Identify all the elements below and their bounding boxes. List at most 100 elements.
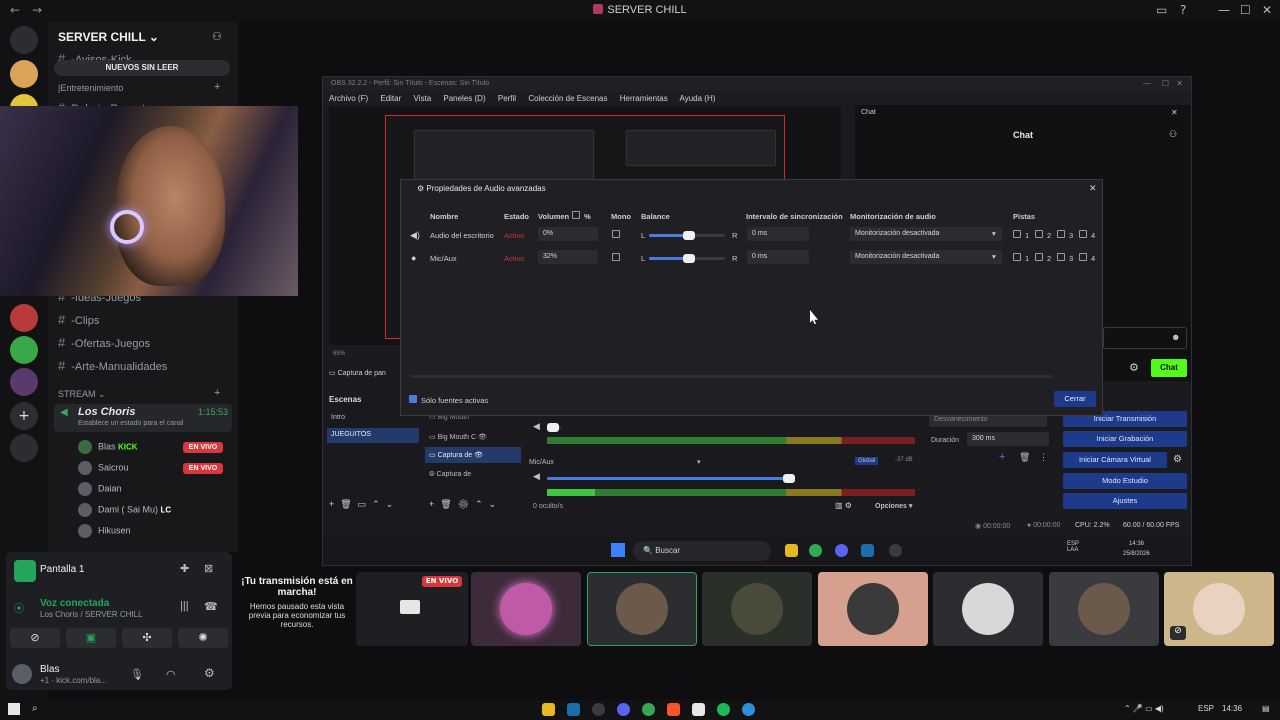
participant-tile[interactable] [933, 572, 1043, 646]
obs-minimize-icon[interactable]: — [1143, 79, 1151, 88]
voice-user[interactable]: Hikusen [78, 524, 131, 538]
horizontal-scrollbar[interactable] [410, 375, 1053, 378]
balance-slider[interactable] [649, 231, 725, 240]
track-checkbox[interactable] [1079, 230, 1087, 238]
track-checkbox[interactable] [1079, 253, 1087, 261]
menu-paneles[interactable]: Paneles (D) [443, 94, 485, 103]
tray-icons[interactable]: ⌃ 🎤 ▭ ◀) [1124, 704, 1164, 713]
close-icon[interactable]: ✕ [1262, 3, 1272, 17]
minimize-icon[interactable]: — [1218, 3, 1230, 17]
percent-checkbox[interactable] [572, 211, 580, 219]
source-item[interactable]: ⦾ Captura de [429, 471, 471, 479]
track-checkbox[interactable] [1057, 253, 1065, 261]
balance-slider[interactable] [649, 254, 725, 263]
microphone-icon[interactable]: 🎙 [130, 668, 144, 681]
volume-input[interactable]: 0% [538, 227, 598, 241]
virtual-camera-settings-icon[interactable]: ⚙ [1173, 454, 1182, 465]
track-checkbox[interactable] [1035, 230, 1043, 238]
dialog-close-icon[interactable]: ✕ [1089, 183, 1097, 194]
duration-input[interactable]: 300 ms [967, 432, 1049, 446]
mic-volume-slider[interactable] [547, 474, 795, 483]
participant-tile[interactable] [702, 572, 812, 646]
source-item-selected[interactable]: ▭ Captura de 👁 [425, 447, 521, 463]
voice-user[interactable]: Saicrou [78, 461, 129, 475]
track-menu-icon[interactable]: ▾ [697, 458, 701, 466]
help-icon[interactable]: ? [1180, 3, 1186, 17]
add-server-icon[interactable]: + [10, 402, 38, 430]
headphones-icon[interactable]: ◠ [166, 668, 176, 681]
soundboard-button[interactable]: ✺ [178, 628, 228, 648]
sync-offset-input[interactable]: 0 ms [747, 227, 809, 241]
voice-user[interactable]: Blas KICK [78, 440, 138, 454]
screen-share-button[interactable]: ▣ [66, 628, 116, 648]
voice-user[interactable]: Dami ( Sai Mu) LC [78, 503, 171, 517]
monitoring-select[interactable]: Monitorización desactivada [850, 227, 1002, 241]
windows-start-icon[interactable] [611, 543, 625, 557]
row-state[interactable]: Activo [504, 254, 524, 263]
obs-close-icon[interactable]: ✕ [1176, 79, 1183, 88]
server-icon[interactable] [10, 304, 38, 332]
channel-ofertas-juegos[interactable]: # -Ofertas-Juegos [58, 335, 150, 350]
folder-icon[interactable] [785, 544, 798, 557]
row-state[interactable]: Activo [504, 231, 524, 240]
search-icon[interactable]: ⌕ [32, 703, 38, 714]
participant-tile[interactable]: ⊘ [1164, 572, 1274, 646]
windows-start-icon[interactable] [8, 703, 20, 715]
close-button[interactable]: Cerrar [1054, 391, 1096, 407]
source-toolbar[interactable]: +🗑⚙⌃⌄ [429, 499, 502, 510]
capture-row[interactable]: ▭ Captura de pan [329, 369, 386, 377]
category-entertainment[interactable]: |Entretenimiento [58, 83, 123, 93]
file-explorer-icon[interactable] [542, 703, 555, 716]
mono-checkbox[interactable] [612, 230, 620, 238]
category-stream[interactable]: STREAM ⌄ [58, 389, 106, 400]
channel-clips[interactable]: # -Clips [58, 312, 99, 327]
volume-input[interactable]: 32% [538, 250, 598, 264]
obs-icon[interactable] [592, 703, 605, 716]
participant-tile-speaking[interactable] [587, 572, 697, 646]
server-icon[interactable] [10, 368, 38, 396]
activities-button[interactable]: ✣ [122, 628, 172, 648]
only-active-checkbox[interactable] [409, 395, 417, 403]
voice-user[interactable]: Daian [78, 482, 122, 496]
mono-checkbox[interactable] [612, 253, 620, 261]
scene-toolbar[interactable]: +🗑▭⌃⌄ [329, 499, 399, 510]
steam-icon[interactable] [567, 703, 580, 716]
settings-button[interactable]: Ajustes [1063, 493, 1187, 509]
dock-close-icon[interactable]: ✕ [1171, 108, 1178, 117]
discord-icon[interactable] [835, 544, 848, 557]
menu-archivo[interactable]: Archivo (F) [329, 94, 368, 103]
track-checkbox[interactable] [1057, 230, 1065, 238]
steam-icon[interactable] [861, 544, 874, 557]
desktop-volume-slider[interactable] [547, 423, 561, 432]
server-icon[interactable] [10, 60, 38, 88]
add-channel-icon[interactable]: + [214, 81, 220, 93]
spotify-icon[interactable] [717, 703, 730, 716]
maximize-icon[interactable]: ☐ [1240, 3, 1251, 17]
mixer-options[interactable]: Opciones ▾ [875, 502, 912, 510]
notifications-icon[interactable]: ▤ [1262, 704, 1270, 713]
microphone-icon[interactable]: ◀ [533, 471, 540, 482]
brave-icon[interactable] [667, 703, 680, 716]
menu-editar[interactable]: Editar [380, 94, 401, 103]
users-icon[interactable]: ⚇ [1169, 129, 1177, 140]
add-transition-icon[interactable]: + [999, 451, 1005, 463]
sync-offset-input[interactable]: 0 ms [747, 250, 809, 264]
gamepad-icon[interactable]: ✚ [180, 562, 189, 575]
participant-tile[interactable] [818, 572, 928, 646]
menu-ayuda[interactable]: Ayuda (H) [680, 94, 716, 103]
channel-arte-manualidades[interactable]: # -Arte-Manualidades [58, 358, 167, 373]
obs-icon[interactable] [889, 544, 902, 557]
delete-icon[interactable]: 🗑 [1019, 452, 1030, 463]
scene-item-selected[interactable]: JUEGUITOS [327, 428, 419, 443]
monitoring-select[interactable]: Monitorización desactivada [850, 250, 1002, 264]
voice-channel[interactable]: ◀ Los Choris 1:15:53 Establece un estado… [54, 404, 232, 432]
menu-vista[interactable]: Vista [414, 94, 432, 103]
participant-tile[interactable] [471, 572, 581, 646]
edge-icon[interactable] [742, 703, 755, 716]
speaker-icon[interactable]: ◀ [533, 421, 540, 432]
language-indicator[interactable]: ESP [1198, 704, 1214, 713]
language-indicator[interactable]: ESP LAA [1067, 541, 1087, 553]
menu-perfil[interactable]: Perfil [498, 94, 516, 103]
chat-send-button[interactable]: Chat [1151, 359, 1187, 377]
stream-tile[interactable]: EN VIVO [356, 572, 468, 646]
